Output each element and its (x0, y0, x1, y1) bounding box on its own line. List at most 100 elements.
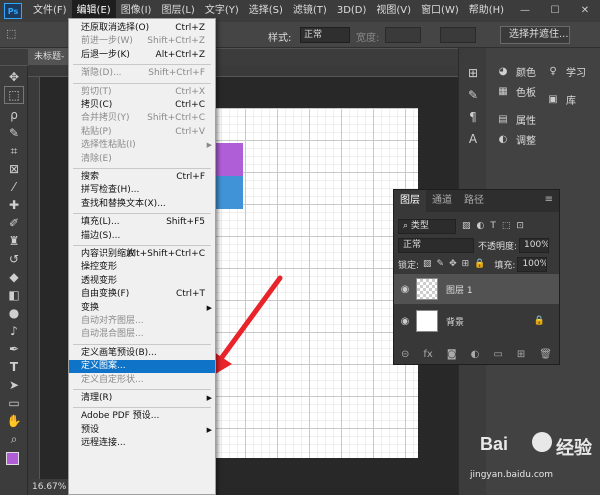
quick-select-tool-icon[interactable]: ✎ (4, 124, 24, 142)
marquee-preset-icon[interactable]: ⬚ (6, 27, 26, 43)
menu-item[interactable]: 滤镜(T) (288, 0, 332, 22)
edit-menu-item[interactable]: 定义自定形状... (69, 374, 215, 387)
new-layer-icon[interactable]: ⊞ (517, 349, 525, 360)
edit-menu-item[interactable]: 内容识别缩放 Alt+Shift+Ctrl+C (69, 248, 215, 261)
marquee-tool-icon[interactable]: ⬚ (4, 86, 24, 104)
tab-layers[interactable]: 图层 (394, 190, 426, 212)
brush-tool-icon[interactable]: ✐ (4, 214, 24, 232)
edit-menu-item[interactable]: 渐隐(D)... Shift+Ctrl+F (69, 67, 215, 80)
dock-item-properties[interactable]: ▤ 属性 (496, 112, 536, 127)
filter-type-icons[interactable]: ▨◐T⬚⊡ (462, 221, 530, 231)
layer-row-layer1[interactable]: ◉ 图层 1 (394, 274, 559, 304)
edit-menu-item[interactable]: 描边(S)... (69, 230, 215, 243)
menu-item-define-pattern[interactable]: 定义图案... (69, 360, 215, 374)
adjustment-layer-icon[interactable]: ◐ (471, 349, 480, 360)
edit-menu-item[interactable]: 操控变形 (69, 261, 215, 274)
layer-filter-select[interactable]: ⌕ 类型 (398, 218, 456, 234)
dock-item-swatches[interactable]: ▦ 色板 (496, 84, 536, 99)
menu-item[interactable]: 选择(S) (244, 0, 288, 22)
tab-channels[interactable]: 通道 (426, 190, 458, 212)
path-select-tool-icon[interactable]: ➤ (4, 376, 24, 394)
healing-brush-tool-icon[interactable]: ✚ (4, 196, 24, 214)
link-icon[interactable]: ⊝ (401, 349, 409, 360)
blend-mode-select[interactable]: 正常 (398, 237, 474, 253)
width-input[interactable] (385, 27, 421, 43)
eyedropper-tool-icon[interactable]: ⁄ (4, 178, 24, 196)
edit-menu-item[interactable]: 透视变形 (69, 275, 215, 288)
close-icon[interactable]: ✕ (570, 0, 600, 22)
fill-input[interactable]: 100% (517, 256, 548, 272)
eraser-tool-icon[interactable]: ◆ (4, 268, 24, 286)
edit-menu-item[interactable]: 填充(L)... Shift+F5 (69, 216, 215, 229)
hand-tool-icon[interactable]: ✋ (4, 412, 24, 430)
dodge-tool-icon[interactable]: ♪ (4, 322, 24, 340)
rectangle-tool-icon[interactable]: ▭ (4, 394, 24, 412)
edit-menu-item[interactable]: Adobe PDF 预设... (69, 410, 215, 423)
minimize-icon[interactable]: — (510, 0, 540, 22)
edit-menu-item[interactable]: 合并拷贝(Y) Shift+Ctrl+C (69, 112, 215, 125)
layer-row-background[interactable]: ◉ 背景 🔒 (394, 306, 559, 336)
height-input[interactable] (440, 27, 476, 43)
edit-menu-item[interactable]: 自动混合图层... (69, 328, 215, 341)
crop-tool-icon[interactable]: ⌗ (4, 142, 24, 160)
dock-item-adjustments[interactable]: ◐ 调整 (496, 132, 536, 147)
brush-settings-icon[interactable]: ✎ (464, 84, 482, 106)
style-select[interactable]: 正常 (300, 27, 350, 43)
menu-item[interactable]: 视图(V) (371, 0, 416, 22)
menu-item[interactable]: 文件(F) (28, 0, 72, 22)
dock-item-learn[interactable]: ♀ 学习 (546, 64, 586, 79)
edit-menu-item[interactable]: 选择性粘贴(I) ▶ (69, 139, 215, 152)
menu-separator (73, 245, 211, 246)
menu-item[interactable]: 3D(D) (332, 0, 372, 22)
paint-bucket-tool-icon[interactable]: ◧ (4, 286, 24, 304)
edit-menu-item[interactable]: 查找和替换文本(X)... (69, 198, 215, 211)
frame-tool-icon[interactable]: ⊠ (4, 160, 24, 178)
pen-tool-icon[interactable]: ✒ (4, 340, 24, 358)
panel-menu-icon[interactable]: ≡ (545, 194, 553, 205)
history-brush-tool-icon[interactable]: ↺ (4, 250, 24, 268)
fx-icon[interactable]: fx (423, 349, 432, 360)
clone-stamp-tool-icon[interactable]: ♜ (4, 232, 24, 250)
lasso-tool-icon[interactable]: ρ (4, 106, 24, 124)
paragraph-icon[interactable]: A (464, 128, 482, 150)
edit-menu-item[interactable]: 粘贴(P) Ctrl+V (69, 126, 215, 139)
foreground-color-swatch[interactable] (6, 452, 19, 465)
edit-menu-item[interactable]: 后退一步(K) Alt+Ctrl+Z (69, 49, 215, 62)
edit-menu-item[interactable]: 变换 ▶ (69, 302, 215, 315)
history-icon[interactable]: ⊞ (464, 62, 482, 84)
edit-menu-item[interactable]: 搜索 Ctrl+F (69, 171, 215, 184)
character-icon[interactable]: ¶ (464, 106, 482, 128)
edit-menu-item[interactable]: 清除(E) (69, 153, 215, 166)
mask-icon[interactable]: ◙ (447, 349, 457, 360)
dock-item-libraries[interactable]: ▣ 库 (546, 92, 576, 107)
blur-tool-icon[interactable]: ● (4, 304, 24, 322)
move-tool-icon[interactable]: ✥ (4, 68, 24, 86)
menu-item[interactable]: 窗口(W) (416, 0, 464, 22)
type-tool-icon[interactable]: T (4, 358, 24, 376)
tab-paths[interactable]: 路径 (458, 190, 490, 212)
edit-menu-item[interactable]: 清理(R) ▶ (69, 392, 215, 405)
menu-item-label: 透视变形 (81, 275, 118, 286)
lock-icons[interactable]: ▨✎✥⊞🔒 (423, 259, 490, 269)
edit-menu-item[interactable]: 拼写检查(H)... (69, 184, 215, 197)
edit-menu-item[interactable]: 还原取消选择(O) Ctrl+Z (69, 22, 215, 35)
edit-menu-item[interactable]: 定义画笔预设(B)... (69, 347, 215, 360)
trash-icon[interactable]: 🗑 (539, 349, 552, 360)
edit-menu-item[interactable]: 自由变换(F) Ctrl+T (69, 288, 215, 301)
edit-menu-item[interactable]: 拷贝(C) Ctrl+C (69, 99, 215, 112)
edit-menu-item[interactable]: 前进一步(W) Shift+Ctrl+Z (69, 35, 215, 48)
edit-menu-item[interactable]: 自动对齐图层... (69, 315, 215, 328)
edit-menu-item[interactable]: 预设 ▶ (69, 424, 215, 437)
select-and-mask-button[interactable]: 选择并遮住... (500, 26, 570, 44)
eye-icon[interactable]: ◉ (394, 284, 416, 295)
zoom-tool-icon[interactable]: ⌕ (4, 430, 24, 448)
menu-item[interactable]: 帮助(H) (464, 0, 509, 22)
group-icon[interactable]: ▭ (493, 349, 502, 360)
menu-separator (73, 64, 211, 66)
maximize-icon[interactable]: ☐ (540, 0, 570, 22)
edit-menu-item[interactable]: 剪切(T) Ctrl+X (69, 86, 215, 99)
edit-menu-item[interactable]: 远程连接... (69, 437, 215, 450)
opacity-input[interactable]: 100% (519, 237, 550, 253)
eye-icon[interactable]: ◉ (394, 316, 416, 327)
dock-item-color[interactable]: ◕ 颜色 (496, 64, 536, 79)
